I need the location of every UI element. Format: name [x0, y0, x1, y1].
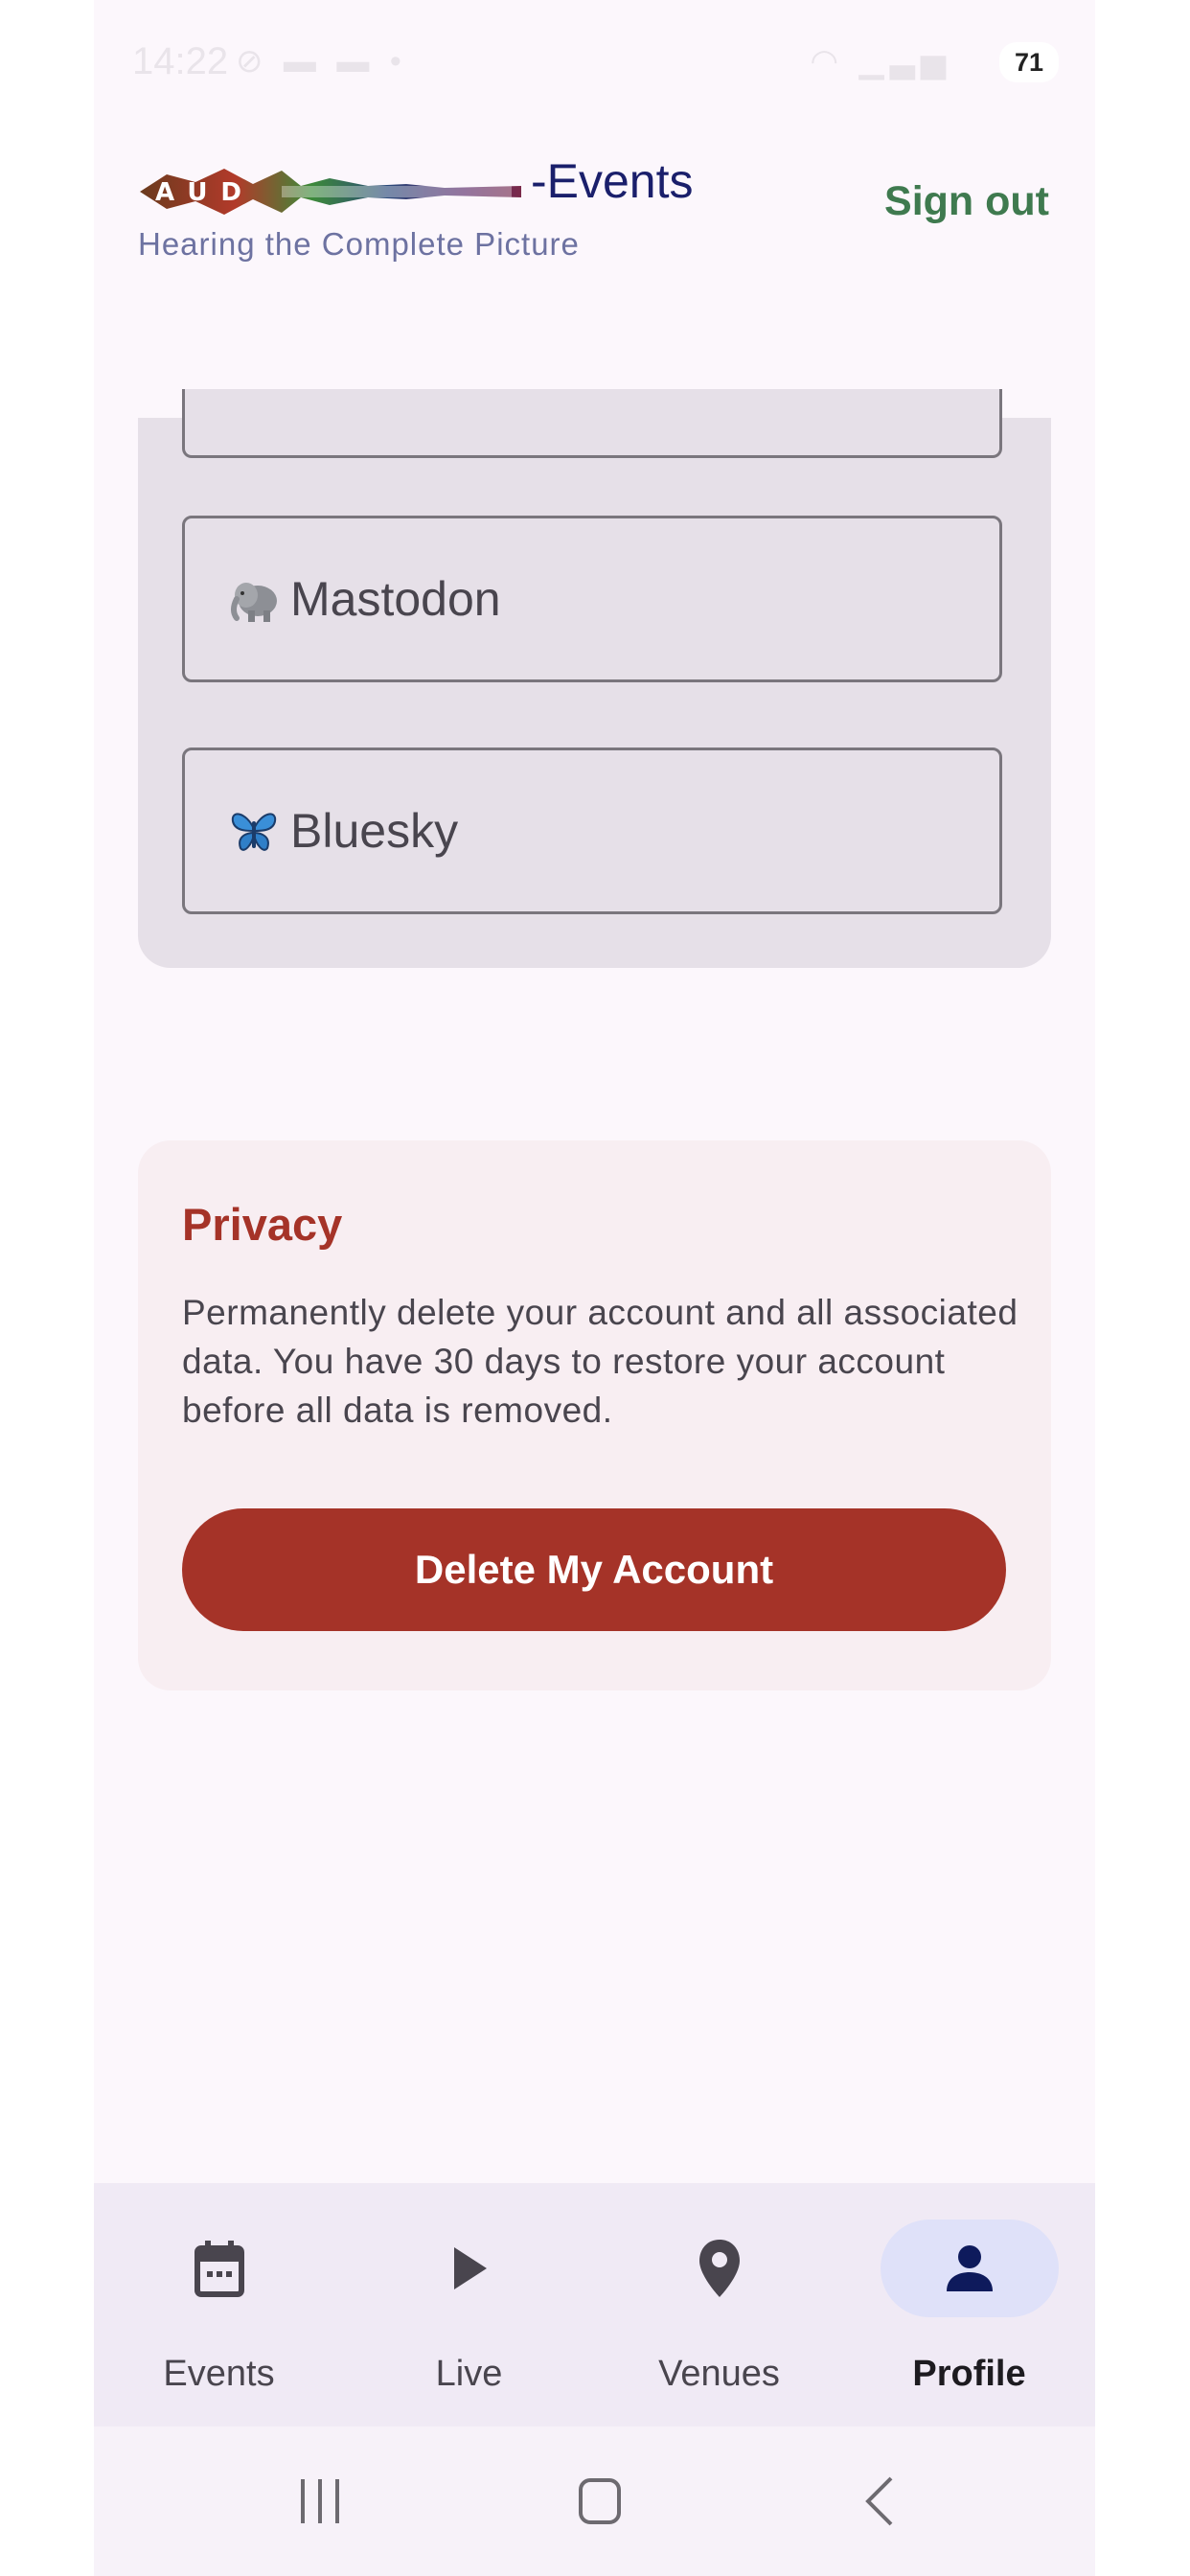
- play-icon: [453, 2247, 487, 2289]
- status-bar: 14:22 ⊘ ▬ ▬ • ◠ ▁▃▅ 71: [94, 0, 1095, 125]
- privacy-description: Permanently delete your account and all …: [182, 1293, 1018, 1430]
- privacy-title: Privacy: [182, 1199, 343, 1250]
- audio-logo: AUD: [140, 169, 521, 215]
- connectivity-icons: ◠ ▁▃▅: [810, 42, 951, 80]
- sign-out-button[interactable]: Sign out: [884, 178, 1049, 225]
- status-time: 14:22: [132, 40, 229, 82]
- signal-icon: ▁▃▅: [858, 43, 951, 80]
- mastodon-button[interactable]: Mastodon: [182, 516, 1002, 682]
- nav-item-events[interactable]: Events: [94, 2183, 344, 2426]
- elephant-icon: [231, 583, 277, 622]
- social-button-partial[interactable]: [182, 389, 1002, 458]
- nav-item-live[interactable]: Live: [344, 2183, 594, 2426]
- bluesky-label: Bluesky: [290, 804, 459, 858]
- nav-label-live: Live: [435, 2354, 503, 2394]
- nav-label-events: Events: [163, 2354, 275, 2394]
- nav-pill-profile: [880, 2220, 1059, 2317]
- calendar-icon: [194, 2241, 244, 2297]
- logo-text: AUD: [155, 178, 255, 207]
- nav-label-profile: Profile: [912, 2354, 1026, 2394]
- person-icon: [946, 2245, 993, 2291]
- back-button[interactable]: [841, 2463, 918, 2540]
- delete-account-button[interactable]: Delete My Account: [182, 1508, 1006, 1631]
- bottom-navigation: Events Live Venues Profile: [94, 2183, 1095, 2426]
- nav-item-profile[interactable]: Profile: [844, 2183, 1094, 2426]
- social-accounts-card: Mastodon Bluesky: [138, 389, 1051, 968]
- bluesky-button[interactable]: Bluesky: [182, 748, 1002, 914]
- nav-pill-events: [130, 2220, 309, 2317]
- battery-indicator: 71: [999, 42, 1059, 82]
- nav-label-venues: Venues: [658, 2354, 780, 2394]
- map-pin-icon: [698, 2240, 740, 2297]
- nav-item-venues[interactable]: Venues: [594, 2183, 844, 2426]
- mastodon-label: Mastodon: [290, 572, 501, 626]
- recents-icon: [301, 2479, 339, 2523]
- phone-screen: 14:22 ⊘ ▬ ▬ • ◠ ▁▃▅ 71 AUD -Events Heari…: [94, 0, 1095, 2576]
- privacy-card: Privacy Permanently delete your account …: [138, 1140, 1051, 1690]
- butterfly-icon: [231, 813, 277, 851]
- tagline: Hearing the Complete Picture: [138, 226, 580, 262]
- home-icon: [579, 2478, 621, 2524]
- back-icon: [865, 2476, 893, 2526]
- app-header: AUD -Events Hearing the Complete Picture…: [94, 125, 1095, 418]
- home-button[interactable]: [561, 2463, 638, 2540]
- wifi-icon: ◠: [810, 43, 845, 80]
- system-navigation-bar: [94, 2426, 1095, 2576]
- nav-pill-venues: [630, 2220, 809, 2317]
- recents-button[interactable]: [282, 2463, 358, 2540]
- nav-pill-live: [380, 2220, 559, 2317]
- notification-icons: ⊘ ▬ ▬ •: [236, 43, 407, 80]
- brand-title: -Events: [531, 154, 694, 208]
